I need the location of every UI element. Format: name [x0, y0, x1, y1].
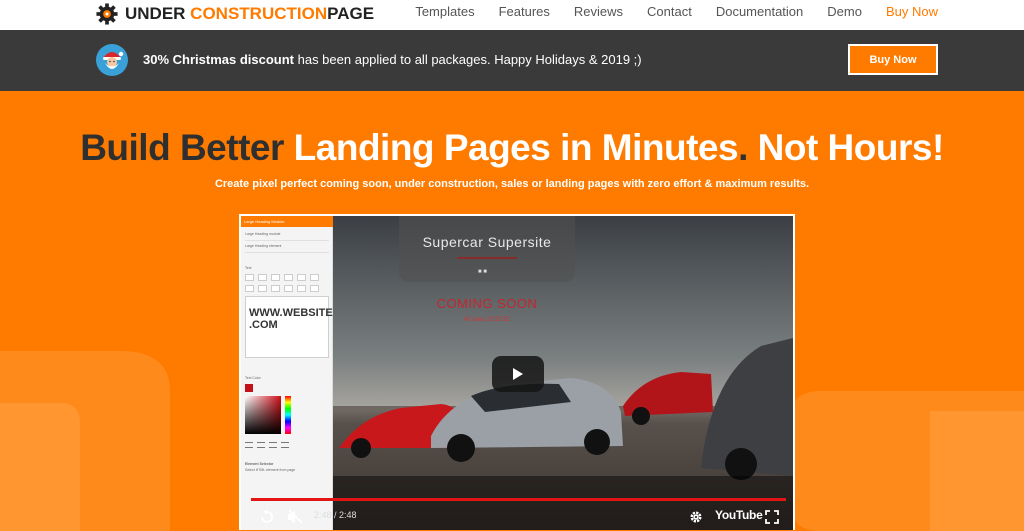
editor-divider	[245, 240, 329, 241]
hero-title-part-4: Not Hours!	[757, 127, 945, 168]
preview-countdown: 45 days 23:25:52	[463, 317, 511, 323]
nav-link-reviews[interactable]: Reviews	[574, 4, 623, 19]
nav-link-features[interactable]: Features	[499, 4, 550, 19]
font-size-icon	[297, 285, 306, 292]
editor-text-line-1: WWW.WEBSITE	[249, 307, 333, 319]
editor-text-value: WWW.WEBSITE .COM	[249, 307, 333, 331]
outdent-icon	[284, 285, 293, 292]
preview-coming-soon: COMING SOON	[436, 296, 538, 311]
hero-subtitle: Create pixel perfect coming soon, under …	[214, 178, 810, 190]
play-button[interactable]	[492, 356, 544, 392]
editor-text-area: WWW.WEBSITE .COM	[245, 296, 333, 358]
promo-message: 30% Christmas discount has been applied …	[143, 52, 642, 67]
align-icon	[258, 285, 267, 292]
site-logo[interactable]: UNDER CONSTRUCTIONPAGE	[96, 2, 374, 26]
hero-title: Build Better Landing Pages in Minutes. N…	[0, 127, 1024, 169]
italic-icon	[258, 274, 267, 281]
fullscreen-icon[interactable]	[765, 510, 779, 524]
clear-format-icon	[310, 274, 319, 281]
logo-word-under: UNDER	[125, 4, 191, 23]
align-center-icon	[257, 442, 265, 448]
replay-icon[interactable]	[259, 509, 275, 525]
mute-icon[interactable]	[287, 509, 304, 525]
align-right-icon	[269, 442, 277, 448]
align-left-icon	[245, 442, 253, 448]
bold-icon	[245, 274, 254, 281]
preview-site-title: Supercar Supersite	[422, 234, 552, 250]
hero-title-part-3: .	[738, 127, 758, 168]
settings-gear-icon[interactable]	[689, 510, 703, 524]
hero-title-part-1: Build Better	[80, 127, 294, 168]
editor-text-line-2: .COM	[249, 319, 278, 331]
play-icon	[513, 368, 523, 380]
video-controls: 2:48 / 2:48 YouTube	[241, 504, 793, 530]
editor-sidebar-panel: Large Heading Module Large Heading modul…	[241, 216, 333, 530]
code-icon	[310, 285, 319, 292]
preview-title-underline	[457, 257, 517, 259]
hero-title-part-2: Landing Pages in Minutes	[293, 127, 739, 168]
promo-discount: 30% Christmas discount	[143, 52, 294, 67]
promo-banner: 30% Christmas discount has been applied …	[0, 30, 1024, 91]
editor-color-label: Text Color	[245, 376, 261, 380]
editor-field-2-label: Large Heading element	[245, 244, 282, 248]
video-frame[interactable]: Large Heading Module Large Heading modul…	[241, 216, 793, 530]
list-icon	[245, 285, 254, 292]
video-progress-bar[interactable]	[251, 498, 786, 501]
editor-format-toolbar	[245, 274, 329, 294]
strikethrough-icon	[284, 274, 293, 281]
youtube-logo[interactable]: YouTube	[715, 508, 763, 522]
color-swatch	[245, 384, 253, 392]
video-time: 2:48 / 2:48	[314, 510, 357, 520]
indent-icon	[271, 285, 280, 292]
editor-field-1-label: Large Heading module	[245, 232, 281, 236]
logo-wordmark: UNDER CONSTRUCTIONPAGE	[125, 4, 374, 24]
social-icons: ■ ■	[478, 269, 487, 275]
color-picker-hue-slider	[285, 396, 291, 434]
facebook-icon: ■	[478, 269, 482, 275]
top-navigation: UNDER CONSTRUCTIONPAGE Templates Feature…	[0, 0, 1024, 30]
nav-link-demo[interactable]: Demo	[827, 4, 862, 19]
logo-word-page: PAGE	[327, 4, 375, 23]
nav-link-contact[interactable]: Contact	[647, 4, 692, 19]
gear-logo-icon	[96, 3, 118, 25]
nav-link-templates[interactable]: Templates	[415, 4, 474, 19]
nav-links: Templates Features Reviews Contact Docum…	[391, 0, 938, 22]
editor-divider	[245, 252, 329, 253]
demo-video-player[interactable]: Large Heading Module Large Heading modul…	[239, 214, 795, 530]
align-justify-icon	[281, 442, 289, 448]
editor-text-label: Text	[245, 266, 252, 270]
nav-link-buy-now[interactable]: Buy Now	[886, 4, 938, 19]
link-icon	[297, 274, 306, 281]
nav-link-documentation[interactable]: Documentation	[716, 4, 803, 19]
editor-selector-label: Element Selector	[245, 462, 274, 466]
santa-icon	[96, 44, 128, 76]
underline-icon	[271, 274, 280, 281]
editor-panel-header: Large Heading Module	[241, 216, 333, 227]
color-picker-gradient	[245, 396, 281, 434]
promo-message-rest: has been applied to all packages. Happy …	[294, 52, 642, 67]
promo-buy-now-button[interactable]: Buy Now	[848, 44, 938, 75]
editor-selector-hint: Select HTML element from page	[245, 468, 296, 472]
twitter-icon: ■	[483, 269, 487, 275]
logo-word-construction: CONSTRUCTION	[190, 4, 328, 23]
